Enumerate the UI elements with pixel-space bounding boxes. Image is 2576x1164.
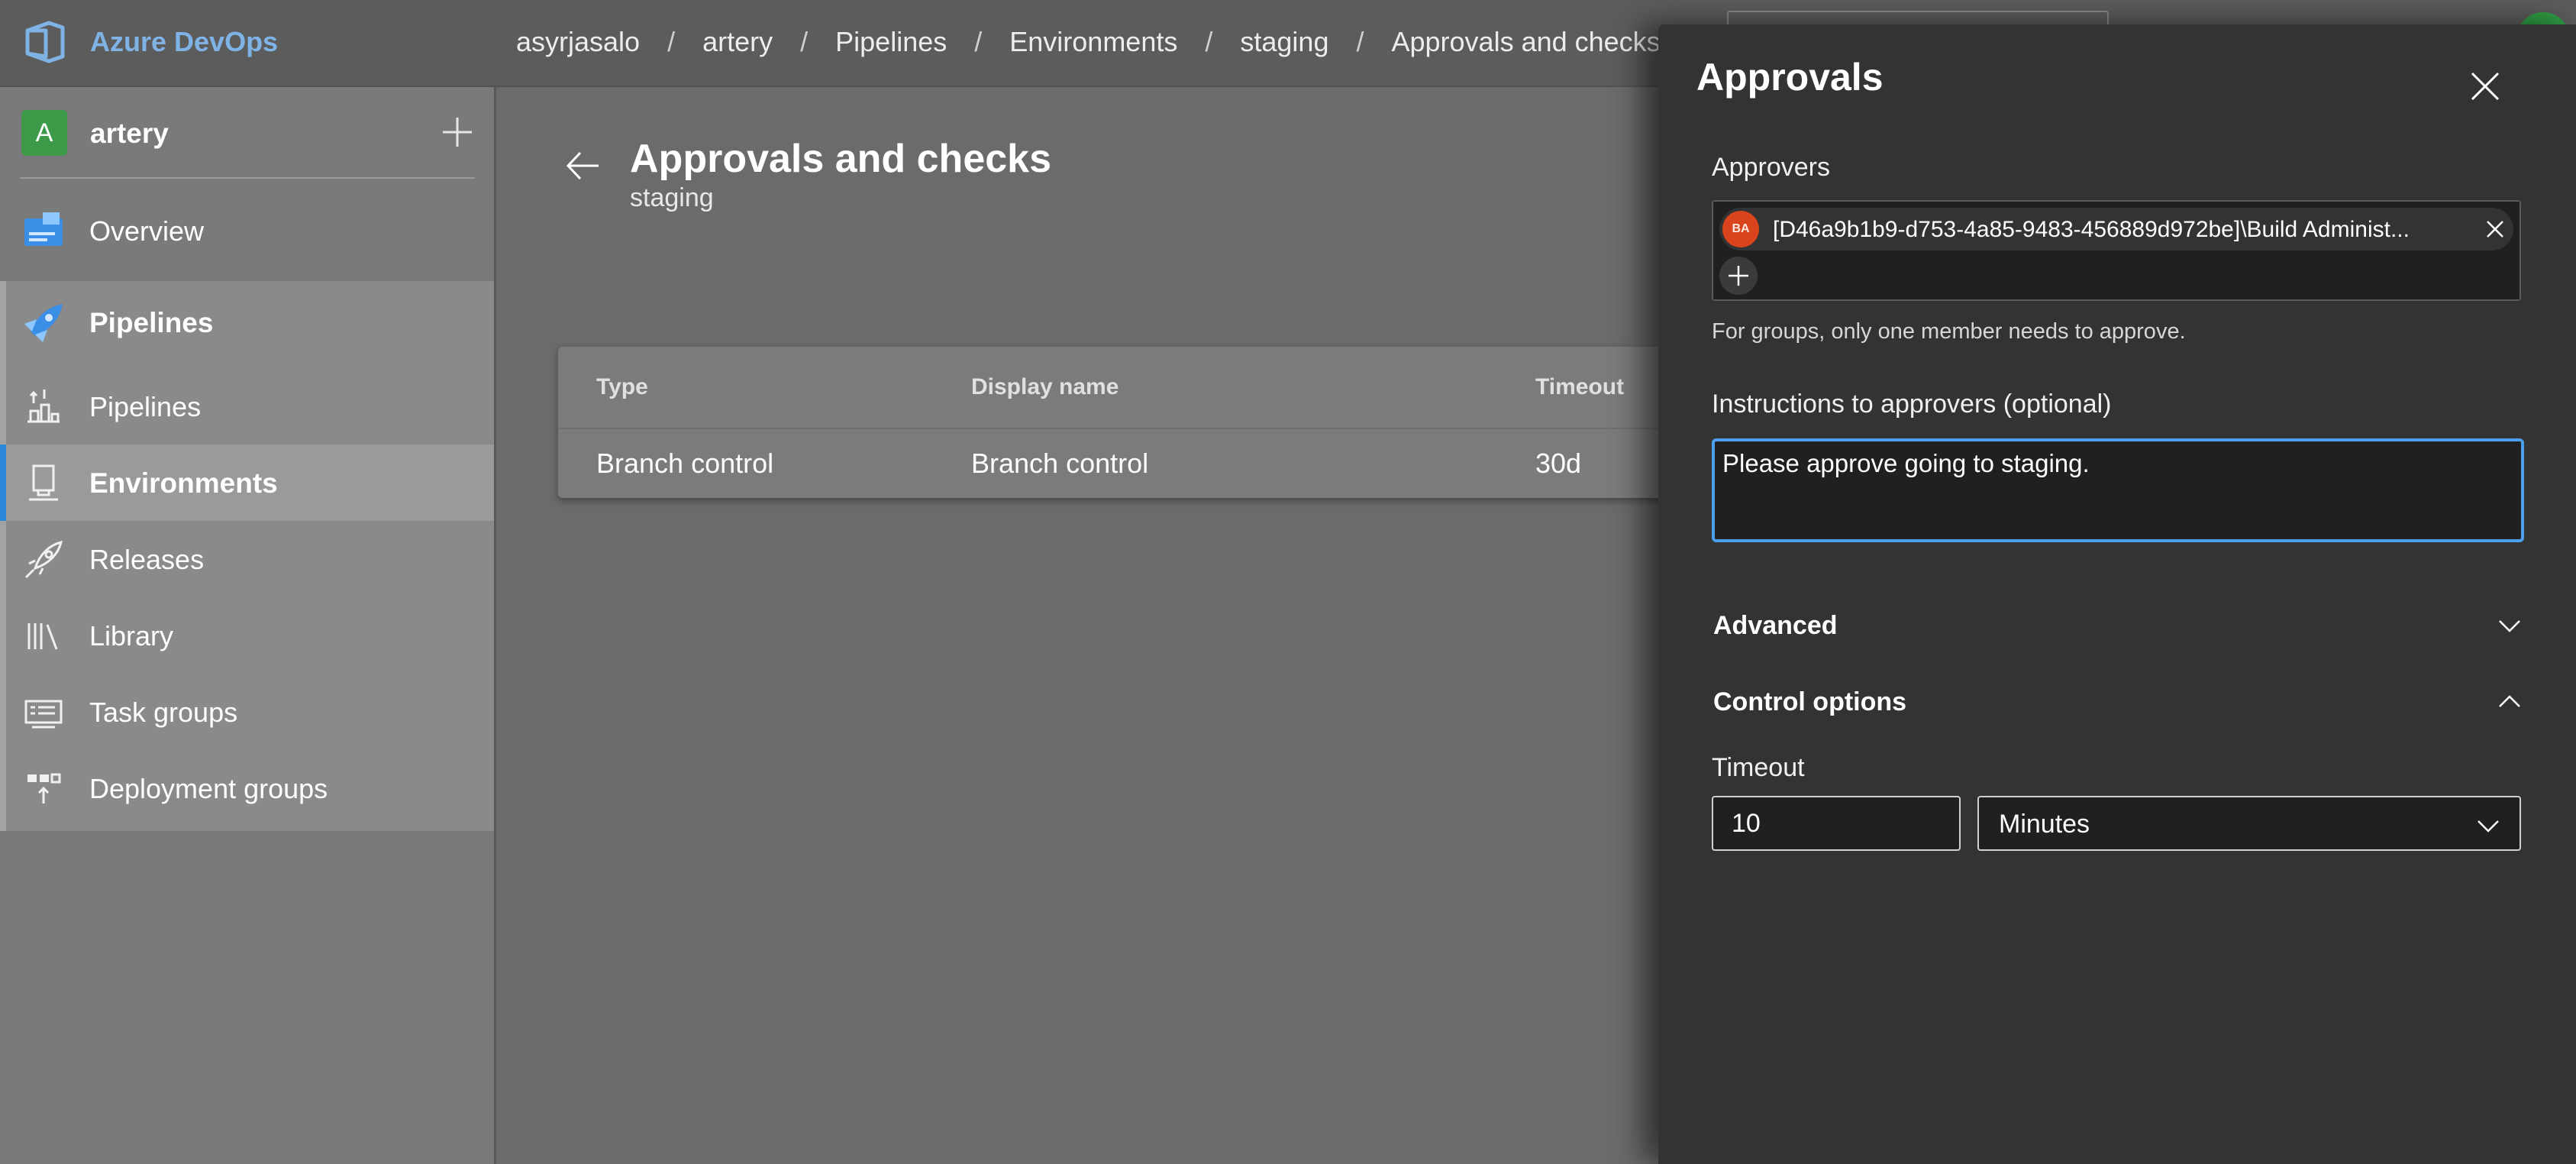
column-header-timeout: Timeout	[1535, 374, 1625, 399]
overview-icon	[24, 212, 63, 246]
approver-chip: BA [D46a9b1b9-d753-4a85-9483-456889d972b…	[1719, 208, 2513, 251]
remove-approver-close-icon[interactable]	[2483, 217, 2507, 241]
divider	[558, 428, 1703, 429]
close-icon[interactable]	[2468, 69, 2503, 104]
sidebar-item-label: Pipelines	[89, 391, 202, 422]
sidebar-item-pipelines-hub[interactable]: Pipelines	[0, 284, 494, 361]
library-icon	[27, 623, 58, 650]
project-header[interactable]: A artery	[21, 110, 472, 159]
breadcrumb-separator: /	[1356, 26, 1364, 57]
breadcrumb-item-project[interactable]: artery	[702, 26, 773, 57]
avatar: BA	[1722, 211, 1759, 247]
page-title: Approvals and checks	[630, 137, 1051, 181]
breadcrumb-item-staging[interactable]: staging	[1240, 26, 1328, 57]
pipelines-icon	[27, 390, 60, 423]
selected-indicator	[0, 445, 6, 521]
sidebar-item-library[interactable]: Library	[0, 597, 494, 674]
sidebar-item-label: Pipelines	[89, 307, 214, 338]
back-arrow-icon[interactable]	[562, 145, 603, 186]
breadcrumb-item-environments[interactable]: Environments	[1009, 26, 1177, 57]
brand-name[interactable]: Azure DevOps	[90, 26, 278, 58]
checks-table: Type Display name Timeout Branch control…	[558, 347, 1703, 498]
section-title: Control options	[1713, 687, 1907, 716]
left-navigation: A artery Overview Pipelines Pipelines En…	[0, 87, 496, 1164]
divider	[20, 177, 475, 179]
sidebar-item-pipelines[interactable]: Pipelines	[0, 368, 494, 445]
sidebar-item-environments[interactable]: Environments	[0, 445, 494, 521]
timeout-label: Timeout	[1712, 753, 1805, 782]
column-header-display-name: Display name	[971, 374, 1119, 399]
control-options-section-header[interactable]: Control options	[1713, 675, 2523, 729]
sidebar-item-releases[interactable]: Releases	[0, 521, 494, 597]
cell-timeout: 30d	[1535, 448, 1582, 479]
azure-devops-logo-icon[interactable]	[23, 20, 67, 64]
dropdown-value: Minutes	[1999, 810, 2090, 839]
cell-type: Branch control	[596, 448, 774, 479]
panel-title: Approvals	[1696, 56, 1884, 99]
breadcrumb-item-approvals[interactable]: Approvals and checks	[1391, 26, 1660, 57]
sidebar-item-overview[interactable]: Overview	[0, 192, 494, 269]
deployment-groups-icon	[27, 773, 61, 803]
task-groups-icon	[24, 700, 63, 729]
breadcrumb-item-pipelines[interactable]: Pipelines	[835, 26, 947, 57]
column-header-type: Type	[596, 374, 648, 399]
sidebar-item-label: Library	[89, 620, 174, 652]
breadcrumb-separator: /	[667, 26, 676, 57]
cell-display-name: Branch control	[971, 448, 1149, 479]
approvers-picker[interactable]: BA [D46a9b1b9-d753-4a85-9483-456889d972b…	[1712, 200, 2521, 301]
sidebar-item-label: Task groups	[89, 697, 238, 728]
approvals-panel: Approvals Approvers BA [D46a9b1b9-d753-4…	[1658, 24, 2576, 1164]
project-name[interactable]: artery	[90, 118, 169, 150]
breadcrumb-separator: /	[800, 26, 809, 57]
sidebar-item-deployment-groups[interactable]: Deployment groups	[0, 750, 494, 826]
section-title: Advanced	[1713, 611, 1838, 640]
sidebar-item-task-groups[interactable]: Task groups	[0, 674, 494, 750]
chevron-down-icon	[2499, 620, 2520, 632]
pipelines-rocket-icon	[24, 304, 63, 342]
approvers-label: Approvers	[1712, 153, 1830, 182]
instructions-field[interactable]: Please approve going to staging.	[1712, 438, 2524, 542]
approvers-hint: For groups, only one member needs to app…	[1712, 319, 2186, 344]
page-subtitle: staging	[630, 183, 714, 212]
breadcrumb-separator: /	[1205, 26, 1213, 57]
chevron-up-icon	[2499, 695, 2520, 707]
breadcrumb-item-org[interactable]: asyrjasalo	[516, 26, 640, 57]
instructions-label: Instructions to approvers (optional)	[1712, 390, 2112, 419]
releases-icon	[24, 540, 63, 579]
timeout-unit-dropdown[interactable]: Minutes	[1977, 796, 2521, 851]
timeout-field[interactable]	[1712, 796, 1961, 851]
sidebar-item-label: Releases	[89, 544, 205, 575]
add-icon[interactable]	[437, 112, 478, 153]
breadcrumb: asyrjasalo / artery / Pipelines / Environments…	[516, 26, 1661, 58]
sidebar-item-label: Environments	[89, 467, 278, 499]
add-approver-plus-icon[interactable]	[1719, 257, 1758, 295]
project-avatar: A	[21, 110, 67, 156]
approver-name: [D46a9b1b9-d753-4a85-9483-456889d972be]\…	[1773, 217, 2410, 242]
advanced-section-header[interactable]: Advanced	[1713, 599, 2523, 652]
breadcrumb-separator: /	[974, 26, 983, 57]
sidebar-item-label: Overview	[89, 215, 205, 247]
environments-icon	[29, 464, 58, 501]
chevron-down-icon	[2478, 820, 2499, 833]
sidebar-item-label: Deployment groups	[89, 773, 328, 804]
